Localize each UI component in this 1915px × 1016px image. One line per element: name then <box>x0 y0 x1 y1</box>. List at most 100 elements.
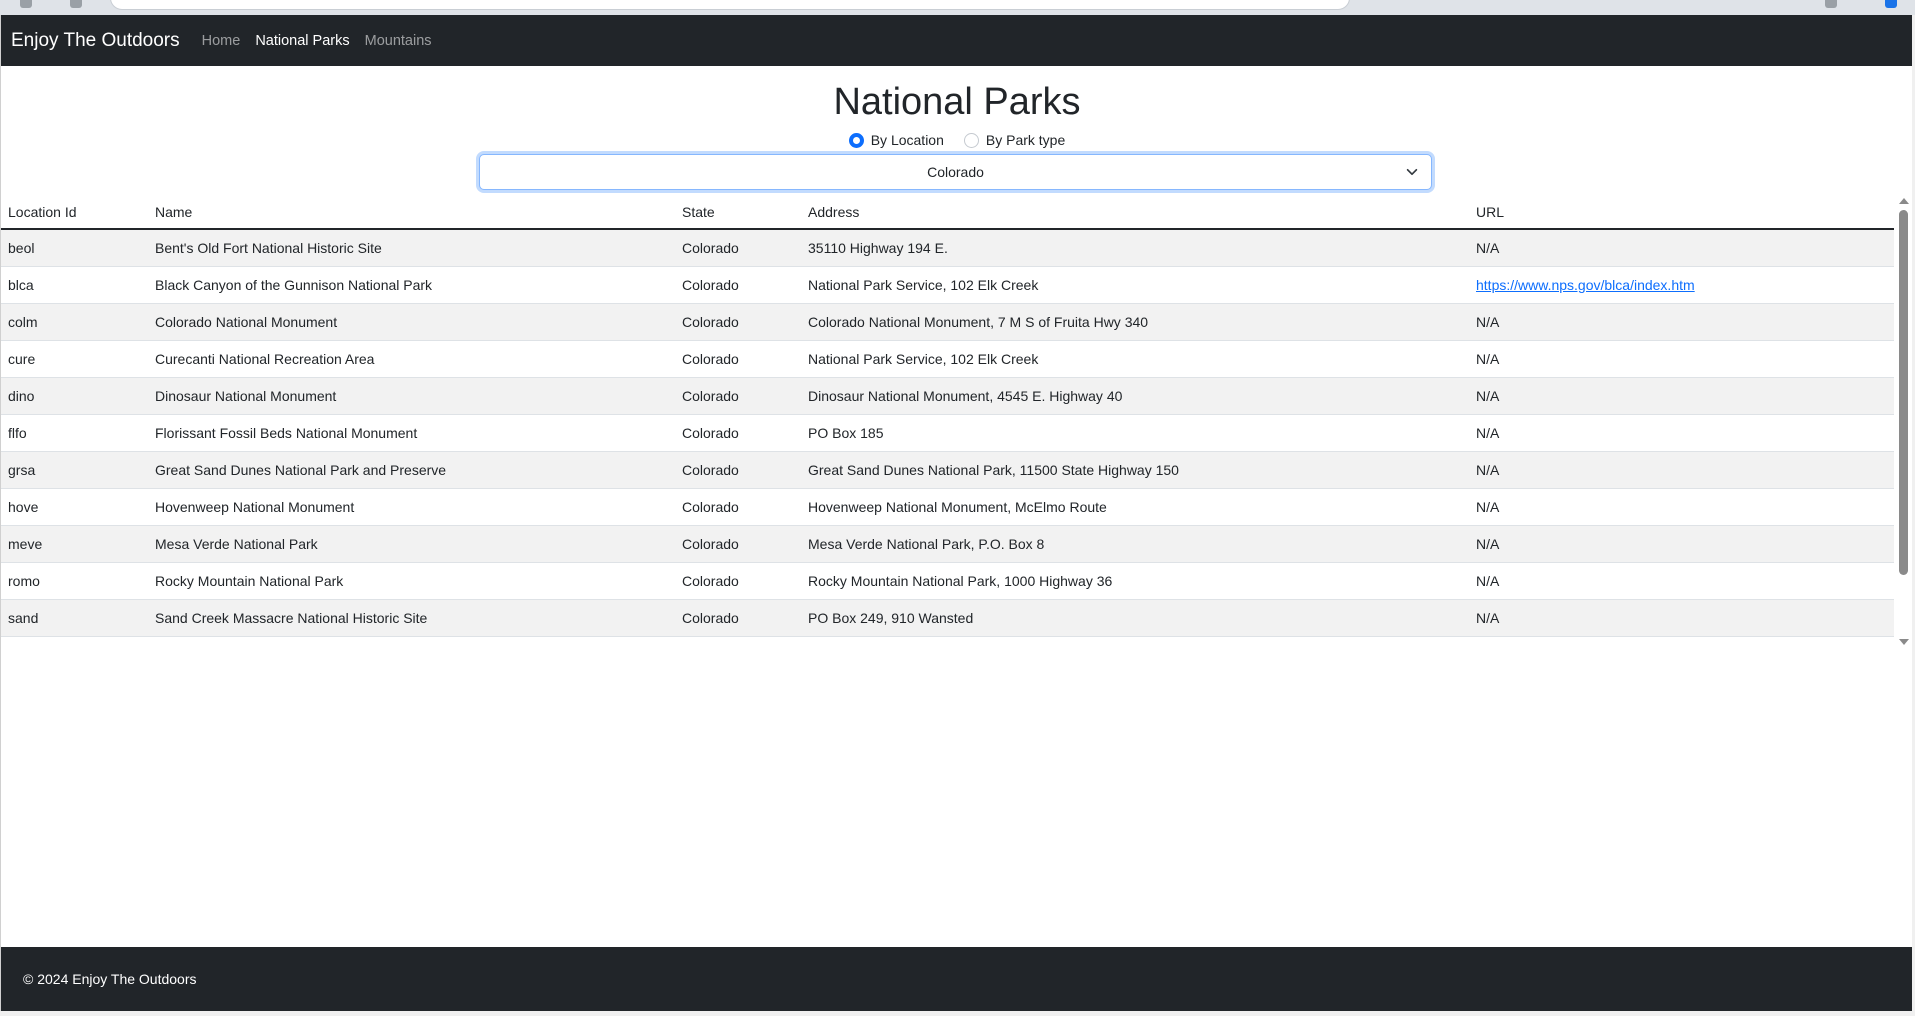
cell-url: N/A <box>1469 599 1894 637</box>
location-select[interactable]: Colorado <box>479 154 1432 190</box>
cell-state: Colorado <box>675 488 801 526</box>
column-header-state: State <box>675 195 801 230</box>
scroll-up-arrow-icon[interactable] <box>1899 198 1909 204</box>
cell-location-id: sand <box>1 599 148 637</box>
footer-copyright: © 2024 Enjoy The Outdoors <box>23 971 197 987</box>
cell-address: Great Sand Dunes National Park, 11500 St… <box>801 451 1469 489</box>
cell-url: N/A <box>1469 377 1894 415</box>
app-window: Enjoy The Outdoors Home National Parks M… <box>0 15 1912 1011</box>
address-bar[interactable] <box>110 0 1350 10</box>
cell-location-id: colm <box>1 303 148 341</box>
brand-link[interactable]: Enjoy The Outdoors <box>11 30 180 52</box>
table-row: beol Bent's Old Fort National Historic S… <box>1 229 1894 267</box>
radio-by-location-label: By Location <box>870 132 944 148</box>
table-header-row: Location Id Name State Address URL <box>1 195 1894 230</box>
cell-url: https://www.nps.gov/blca/index.htm <box>1469 266 1894 304</box>
cell-name: Dinosaur National Monument <box>148 377 675 415</box>
column-header-address: Address <box>801 195 1469 230</box>
cell-name: Hovenweep National Monument <box>148 488 675 526</box>
chevron-down-icon <box>1406 168 1418 176</box>
cell-name: Mesa Verde National Park <box>148 525 675 563</box>
table-row: colm Colorado National Monument Colorado… <box>1 303 1894 341</box>
column-header-location-id: Location Id <box>1 195 148 230</box>
nav-link-mountains[interactable]: Mountains <box>365 33 432 49</box>
cell-address: National Park Service, 102 Elk Creek <box>801 340 1469 378</box>
browser-toolbar-strip <box>0 0 1915 15</box>
radio-by-park-type-label: By Park type <box>985 132 1066 148</box>
cell-url: N/A <box>1469 562 1894 600</box>
cell-url: N/A <box>1469 525 1894 563</box>
cell-state: Colorado <box>675 599 801 637</box>
cell-state: Colorado <box>675 451 801 489</box>
radio-by-location[interactable]: By Location <box>848 132 944 148</box>
reload-icon[interactable] <box>70 0 82 8</box>
parks-table: Location Id Name State Address URL beol … <box>1 195 1894 637</box>
scroll-down-arrow-icon[interactable] <box>1899 639 1909 645</box>
cell-state: Colorado <box>675 229 801 267</box>
cell-state: Colorado <box>675 377 801 415</box>
column-header-url: URL <box>1469 195 1894 230</box>
cell-url: N/A <box>1469 340 1894 378</box>
cell-name: Colorado National Monument <box>148 303 675 341</box>
cell-name: Sand Creek Massacre National Historic Si… <box>148 599 675 637</box>
cell-location-id: hove <box>1 488 148 526</box>
table-row: meve Mesa Verde National Park Colorado M… <box>1 525 1894 563</box>
cell-state: Colorado <box>675 303 801 341</box>
table-scrollbar[interactable] <box>1896 195 1911 648</box>
table-row: sand Sand Creek Massacre National Histor… <box>1 599 1894 637</box>
table-row: romo Rocky Mountain National Park Colora… <box>1 562 1894 600</box>
cell-address: PO Box 249, 910 Wansted <box>801 599 1469 637</box>
info-icon[interactable] <box>1825 0 1837 8</box>
cell-address: Rocky Mountain National Park, 1000 Highw… <box>801 562 1469 600</box>
table-row: cure Curecanti National Recreation Area … <box>1 340 1894 378</box>
cell-name: Black Canyon of the Gunnison National Pa… <box>148 266 675 304</box>
cell-address: Colorado National Monument, 7 M S of Fru… <box>801 303 1469 341</box>
cell-url: N/A <box>1469 488 1894 526</box>
footer: © 2024 Enjoy The Outdoors <box>1 947 1912 1011</box>
table-row: grsa Great Sand Dunes National Park and … <box>1 451 1894 489</box>
cell-state: Colorado <box>675 340 801 378</box>
cell-location-id: flfo <box>1 414 148 452</box>
cell-state: Colorado <box>675 266 801 304</box>
navbar: Enjoy The Outdoors Home National Parks M… <box>1 15 1912 66</box>
cell-name: Curecanti National Recreation Area <box>148 340 675 378</box>
cell-location-id: beol <box>1 229 148 267</box>
cell-name: Rocky Mountain National Park <box>148 562 675 600</box>
park-url-link[interactable]: https://www.nps.gov/blca/index.htm <box>1476 277 1695 293</box>
cell-url: N/A <box>1469 229 1894 267</box>
cell-name: Great Sand Dunes National Park and Prese… <box>148 451 675 489</box>
radio-by-location-control[interactable] <box>848 132 864 148</box>
parks-table-container: Location Id Name State Address URL beol … <box>1 195 1913 648</box>
cell-address: 35110 Highway 194 E. <box>801 229 1469 267</box>
nav-link-home[interactable]: Home <box>202 33 241 49</box>
page-title: National Parks <box>833 81 1081 123</box>
table-row: hove Hovenweep National Monument Colorad… <box>1 488 1894 526</box>
cell-state: Colorado <box>675 414 801 452</box>
table-row: blca Black Canyon of the Gunnison Nation… <box>1 266 1894 304</box>
cell-url: N/A <box>1469 451 1894 489</box>
cell-location-id: blca <box>1 266 148 304</box>
radio-by-park-type-control[interactable] <box>963 132 979 148</box>
location-select-value: Colorado <box>927 164 984 180</box>
cell-location-id: dino <box>1 377 148 415</box>
cell-address: Mesa Verde National Park, P.O. Box 8 <box>801 525 1469 563</box>
cell-location-id: cure <box>1 340 148 378</box>
cell-name: Bent's Old Fort National Historic Site <box>148 229 675 267</box>
table-row: flfo Florissant Fossil Beds National Mon… <box>1 414 1894 452</box>
cell-address: PO Box 185 <box>801 414 1469 452</box>
profile-icon[interactable] <box>1885 0 1897 8</box>
radio-by-park-type[interactable]: By Park type <box>963 132 1066 148</box>
cell-location-id: grsa <box>1 451 148 489</box>
table-row: dino Dinosaur National Monument Colorado… <box>1 377 1894 415</box>
cell-address: National Park Service, 102 Elk Creek <box>801 266 1469 304</box>
cell-location-id: romo <box>1 562 148 600</box>
cell-name: Florissant Fossil Beds National Monument <box>148 414 675 452</box>
back-icon[interactable] <box>20 0 32 8</box>
cell-url: N/A <box>1469 303 1894 341</box>
column-header-name: Name <box>148 195 675 230</box>
cell-state: Colorado <box>675 525 801 563</box>
search-mode-radio-group: By Location By Park type <box>1 132 1913 148</box>
scrollbar-thumb[interactable] <box>1899 210 1908 575</box>
cell-address: Hovenweep National Monument, McElmo Rout… <box>801 488 1469 526</box>
nav-link-national-parks[interactable]: National Parks <box>255 33 349 49</box>
